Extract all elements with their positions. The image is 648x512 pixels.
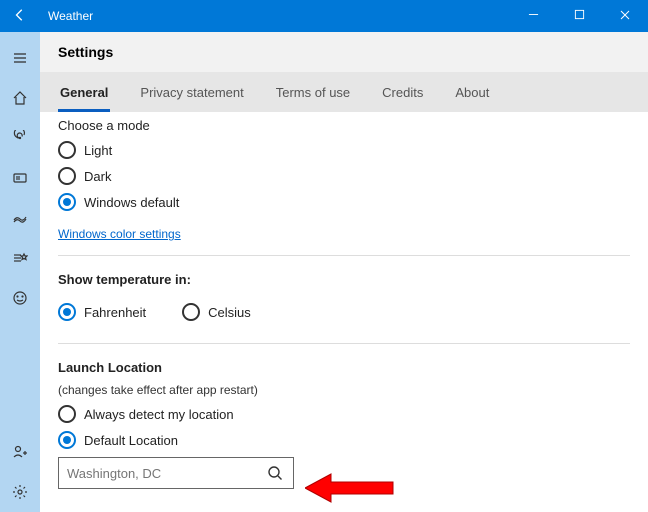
radio-label: Dark [84, 169, 111, 184]
account-icon[interactable] [0, 432, 40, 472]
radio-icon [58, 167, 76, 185]
app-title: Weather [40, 9, 510, 23]
sidebar [0, 32, 40, 512]
radar-icon[interactable] [0, 118, 40, 158]
radio-light[interactable]: Light [58, 141, 630, 159]
tab-privacy[interactable]: Privacy statement [124, 72, 259, 112]
radio-icon [58, 141, 76, 159]
minimize-button[interactable] [510, 9, 556, 23]
location-search[interactable] [58, 457, 294, 489]
tab-general[interactable]: General [44, 72, 124, 112]
tab-credits[interactable]: Credits [366, 72, 439, 112]
hourly-icon[interactable] [0, 198, 40, 238]
radio-icon [58, 431, 76, 449]
home-icon[interactable] [0, 78, 40, 118]
radio-label: Windows default [84, 195, 179, 210]
page-title: Settings [40, 32, 648, 72]
maximize-button[interactable] [556, 9, 602, 23]
radio-label: Light [84, 143, 112, 158]
radio-detect-location[interactable]: Always detect my location [58, 405, 630, 423]
divider [58, 343, 630, 344]
radio-fahrenheit[interactable]: Fahrenheit [58, 303, 146, 321]
radio-label: Always detect my location [84, 407, 234, 422]
radio-icon [182, 303, 200, 321]
mode-heading: Choose a mode [58, 118, 630, 133]
tabs: General Privacy statement Terms of use C… [40, 72, 648, 112]
radio-label: Default Location [84, 433, 178, 448]
launch-heading: Launch Location [58, 360, 630, 375]
radio-icon [58, 193, 76, 211]
tab-terms[interactable]: Terms of use [260, 72, 366, 112]
temperature-heading: Show temperature in: [58, 272, 630, 287]
radio-dark[interactable]: Dark [58, 167, 630, 185]
color-settings-link[interactable]: Windows color settings [58, 227, 181, 241]
titlebar: Weather [0, 0, 648, 32]
radio-label: Fahrenheit [84, 305, 146, 320]
location-input[interactable] [67, 466, 265, 481]
radio-icon [58, 405, 76, 423]
divider [58, 255, 630, 256]
radio-windows-default[interactable]: Windows default [58, 193, 630, 211]
radio-celsius[interactable]: Celsius [182, 303, 251, 321]
back-button[interactable] [0, 8, 40, 25]
radio-label: Celsius [208, 305, 251, 320]
close-button[interactable] [602, 9, 648, 24]
feedback-icon[interactable] [0, 278, 40, 318]
favorites-icon[interactable] [0, 238, 40, 278]
news-icon[interactable] [0, 158, 40, 198]
settings-icon[interactable] [0, 472, 40, 512]
hamburger-icon[interactable] [0, 38, 40, 78]
search-icon[interactable] [265, 465, 285, 481]
tab-about[interactable]: About [439, 72, 505, 112]
radio-default-location[interactable]: Default Location [58, 431, 630, 449]
launch-subtext: (changes take effect after app restart) [58, 383, 630, 397]
settings-pane: Choose a mode Light Dark Windows default… [40, 112, 648, 512]
radio-icon [58, 303, 76, 321]
